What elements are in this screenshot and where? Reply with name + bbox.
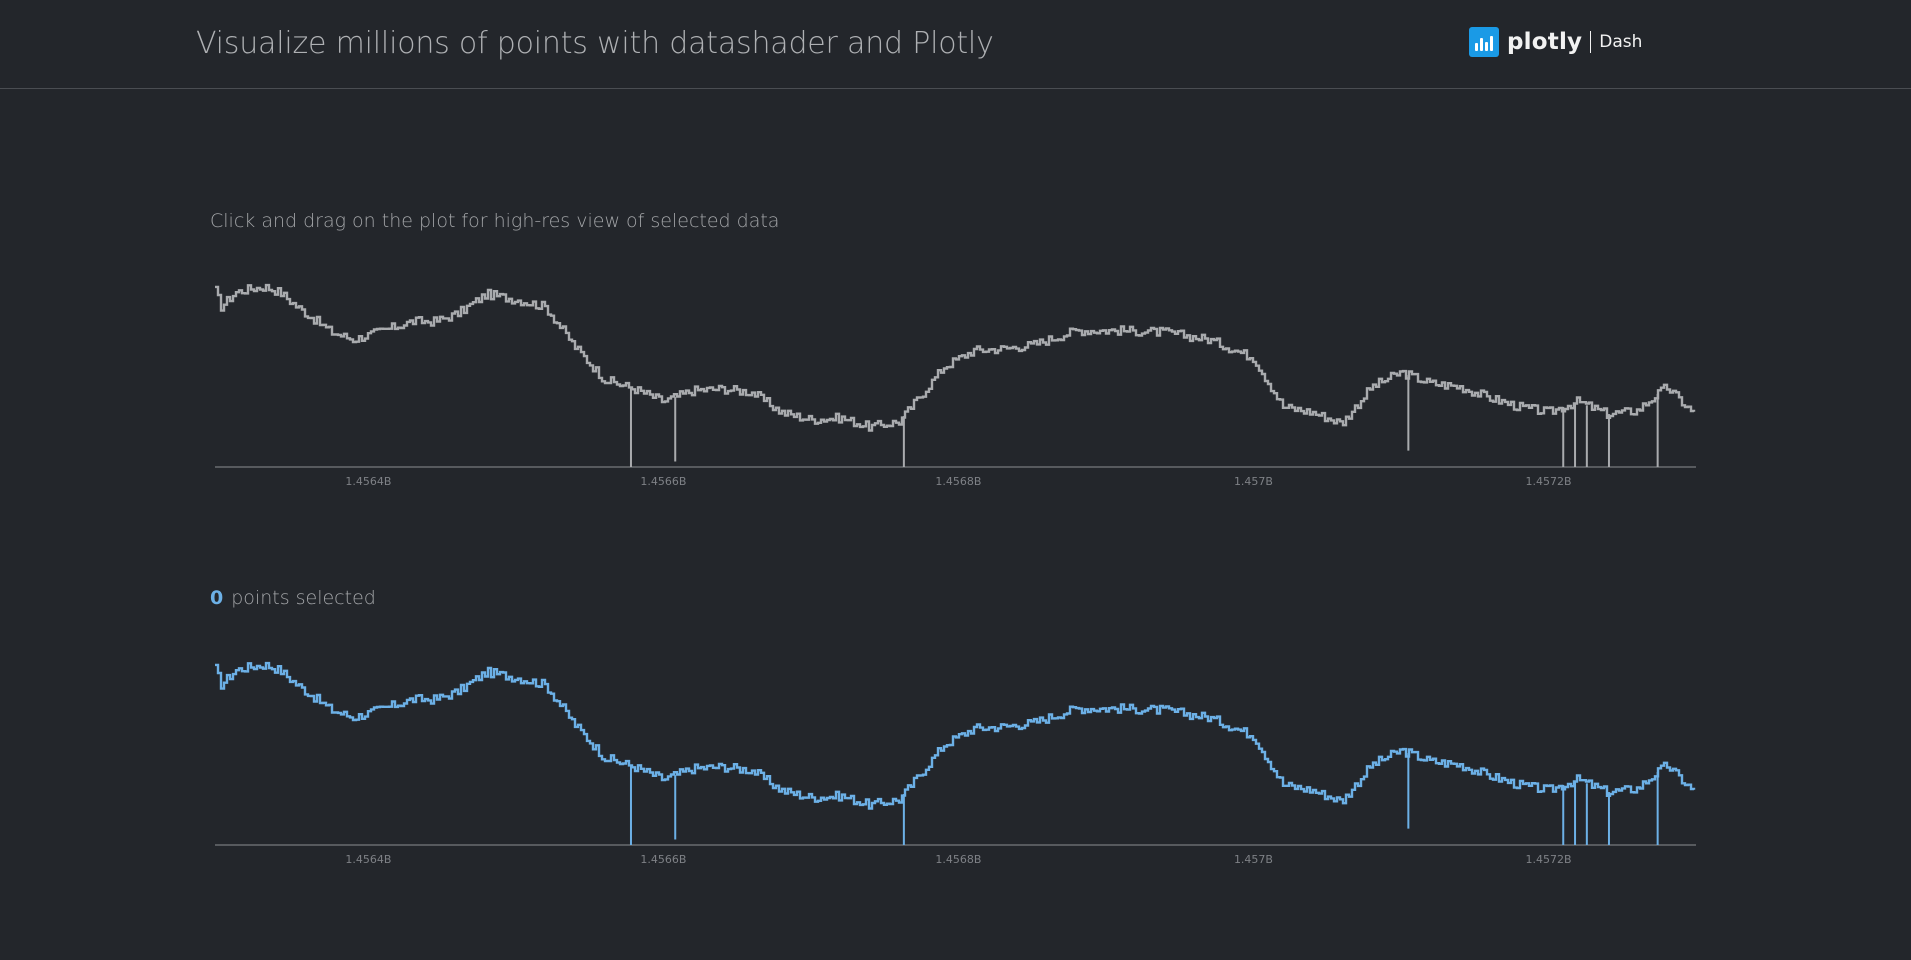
overview-x-tick-label: 1.4564B — [345, 475, 391, 488]
plotly-logo-icon — [1469, 27, 1499, 57]
selection-series-line — [215, 661, 1696, 810]
logo-product-name: Dash — [1599, 32, 1643, 52]
app-header: Visualize millions of points with datash… — [0, 0, 1911, 89]
selected-count: 0 — [210, 587, 224, 609]
page-title: Visualize millions of points with datash… — [196, 26, 994, 61]
overview-x-tick-label: 1.4568B — [935, 475, 981, 488]
selection-summary: 0 points selected — [210, 587, 376, 609]
logo-divider — [1590, 31, 1592, 53]
selection-chart[interactable]: 1.4564B 1.4566B 1.4568B 1.457B 1.4572B — [0, 0, 1911, 960]
overview-x-tick-label: 1.4572B — [1525, 475, 1571, 488]
selection-x-tick-label: 1.457B — [1234, 853, 1273, 866]
overview-chart[interactable]: 1.4564B 1.4566B 1.4568B 1.457B 1.4572B — [0, 0, 1911, 960]
overview-x-tick-label: 1.4566B — [640, 475, 686, 488]
overview-x-tick-label: 1.457B — [1234, 475, 1273, 488]
selection-x-tick-label: 1.4566B — [640, 853, 686, 866]
selection-x-tick-label: 1.4572B — [1525, 853, 1571, 866]
selection-x-tick-label: 1.4568B — [935, 853, 981, 866]
overview-series-line — [215, 283, 1696, 432]
logo-wordmark: plotly — [1507, 29, 1583, 55]
selection-x-tick-label: 1.4564B — [345, 853, 391, 866]
instruction-text: Click and drag on the plot for high-res … — [210, 210, 780, 232]
plotly-dash-logo[interactable]: plotly Dash — [1469, 27, 1642, 57]
selected-label: points selected — [231, 587, 376, 609]
